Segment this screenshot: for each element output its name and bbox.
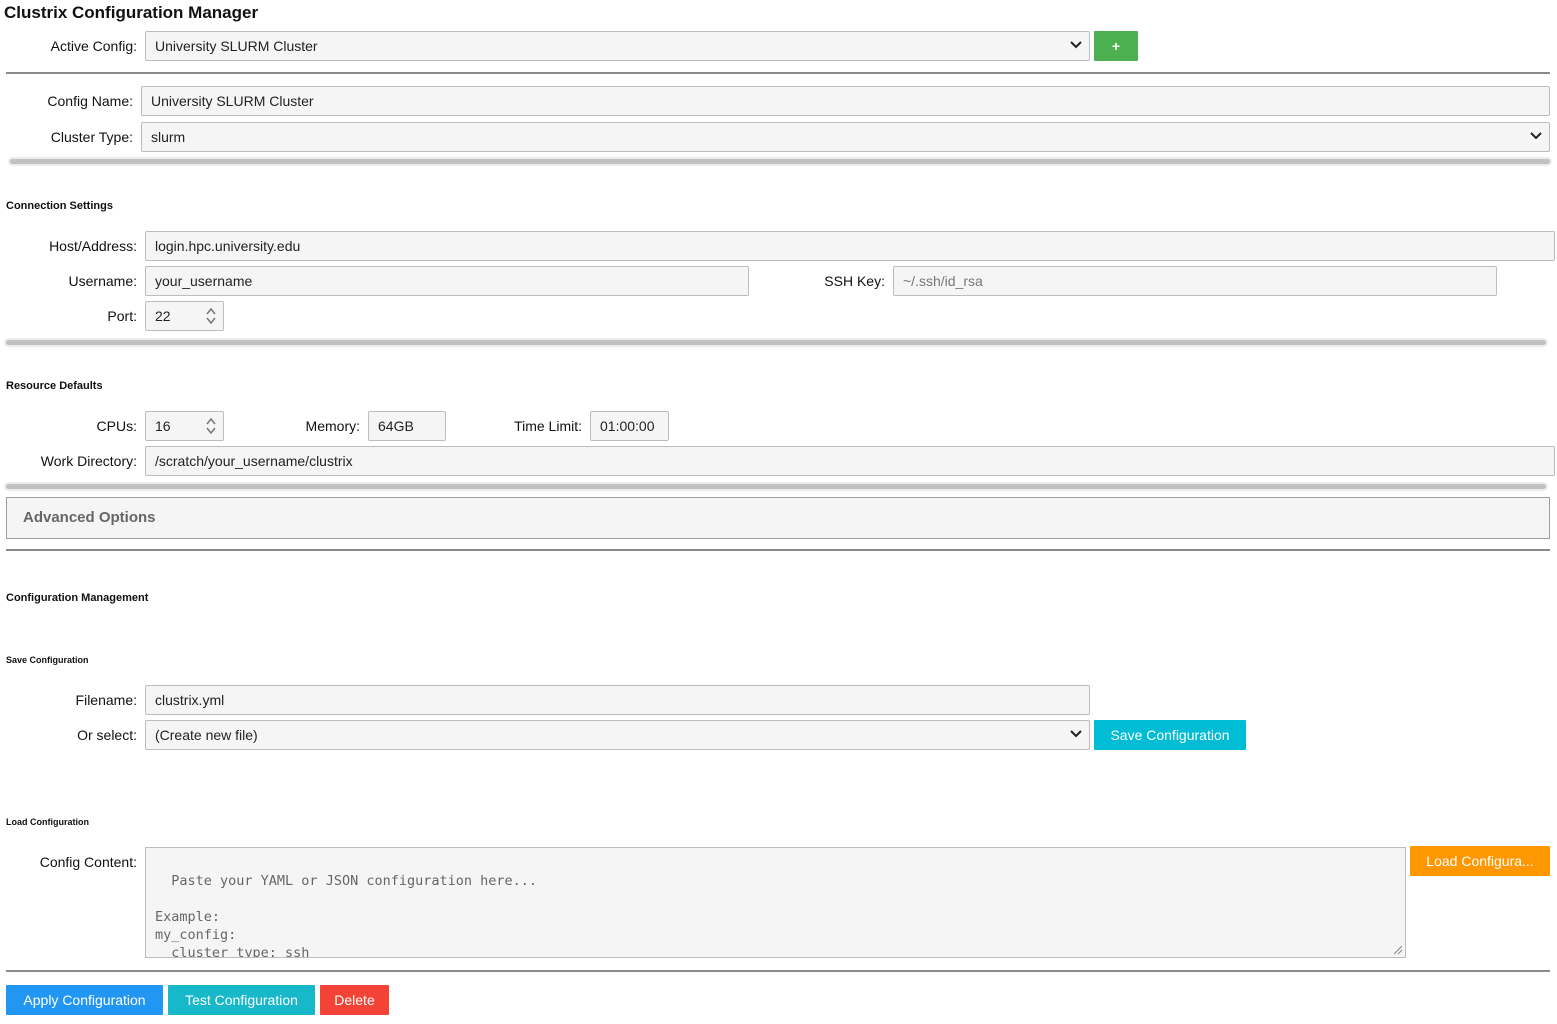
configuration-management-heading: Configuration Management — [6, 592, 149, 604]
port-input[interactable]: 22 — [145, 301, 224, 331]
filename-label: Filename: — [75, 692, 137, 708]
work-directory-input[interactable]: /scratch/your_username/clustrix — [145, 446, 1555, 476]
config-content-textarea[interactable]: Paste your YAML or JSON configuration he… — [145, 847, 1406, 958]
chevron-down-icon — [1070, 32, 1082, 49]
spinner-arrows-icon[interactable] — [205, 306, 217, 326]
config-name-input[interactable]: University SLURM Cluster — [141, 86, 1550, 116]
active-config-select[interactable]: University SLURM Cluster — [145, 31, 1090, 61]
divider — [6, 72, 1550, 74]
resize-grip-icon[interactable] — [1393, 945, 1403, 955]
config-content-label: Config Content: — [39, 854, 137, 870]
host-input[interactable]: login.hpc.university.edu — [145, 231, 1555, 261]
add-config-button[interactable]: + — [1094, 31, 1138, 61]
file-select[interactable]: (Create new file) — [145, 720, 1090, 750]
horizontal-scrollbar[interactable] — [8, 157, 1552, 166]
config-content-placeholder: Paste your YAML or JSON configuration he… — [155, 873, 538, 958]
host-label: Host/Address: — [49, 238, 137, 254]
active-config-value: University SLURM Cluster — [155, 38, 318, 54]
chevron-down-icon — [1530, 123, 1542, 140]
cpus-input[interactable]: 16 — [145, 411, 224, 441]
resource-defaults-heading: Resource Defaults — [6, 380, 103, 392]
time-limit-input[interactable]: 01:00:00 — [590, 411, 669, 441]
memory-label: Memory: — [305, 418, 360, 434]
load-configuration-heading: Load Configuration — [6, 817, 89, 827]
config-name-label: Config Name: — [47, 93, 133, 109]
delete-button[interactable]: Delete — [320, 985, 389, 1015]
or-select-label: Or select: — [77, 727, 137, 743]
memory-input[interactable]: 64GB — [368, 411, 446, 441]
username-label: Username: — [68, 273, 137, 289]
port-label: Port: — [107, 308, 137, 324]
divider — [6, 970, 1550, 972]
app-title: Clustrix Configuration Manager — [4, 3, 259, 22]
horizontal-scrollbar[interactable] — [4, 338, 1548, 347]
filename-input[interactable]: clustrix.yml — [145, 685, 1090, 715]
active-config-label: Active Config: — [50, 38, 137, 54]
save-configuration-button[interactable]: Save Configuration — [1094, 720, 1246, 750]
save-configuration-heading: Save Configuration — [6, 655, 89, 665]
cluster-type-value: slurm — [151, 129, 186, 145]
spinner-arrows-icon[interactable] — [205, 416, 217, 436]
horizontal-scrollbar[interactable] — [4, 482, 1548, 491]
username-input[interactable]: your_username — [145, 266, 749, 296]
advanced-options-accordion[interactable]: Advanced Options — [6, 497, 1550, 539]
ssh-key-input[interactable]: ~/.ssh/id_rsa — [893, 266, 1497, 296]
load-configuration-button[interactable]: Load Configura... — [1410, 846, 1550, 876]
test-configuration-button[interactable]: Test Configuration — [168, 985, 315, 1015]
file-select-value: (Create new file) — [155, 727, 258, 743]
ssh-key-label: SSH Key: — [824, 273, 885, 289]
apply-configuration-button[interactable]: Apply Configuration — [6, 985, 163, 1015]
work-directory-label: Work Directory: — [40, 453, 137, 469]
cluster-type-select[interactable]: slurm — [141, 122, 1550, 152]
cpus-value: 16 — [155, 418, 171, 434]
cpus-label: CPUs: — [96, 418, 137, 434]
chevron-down-icon — [1070, 721, 1082, 738]
cluster-type-label: Cluster Type: — [50, 129, 133, 145]
time-limit-label: Time Limit: — [514, 418, 582, 434]
connection-settings-heading: Connection Settings — [6, 200, 113, 212]
port-value: 22 — [155, 308, 171, 324]
divider — [6, 549, 1550, 551]
